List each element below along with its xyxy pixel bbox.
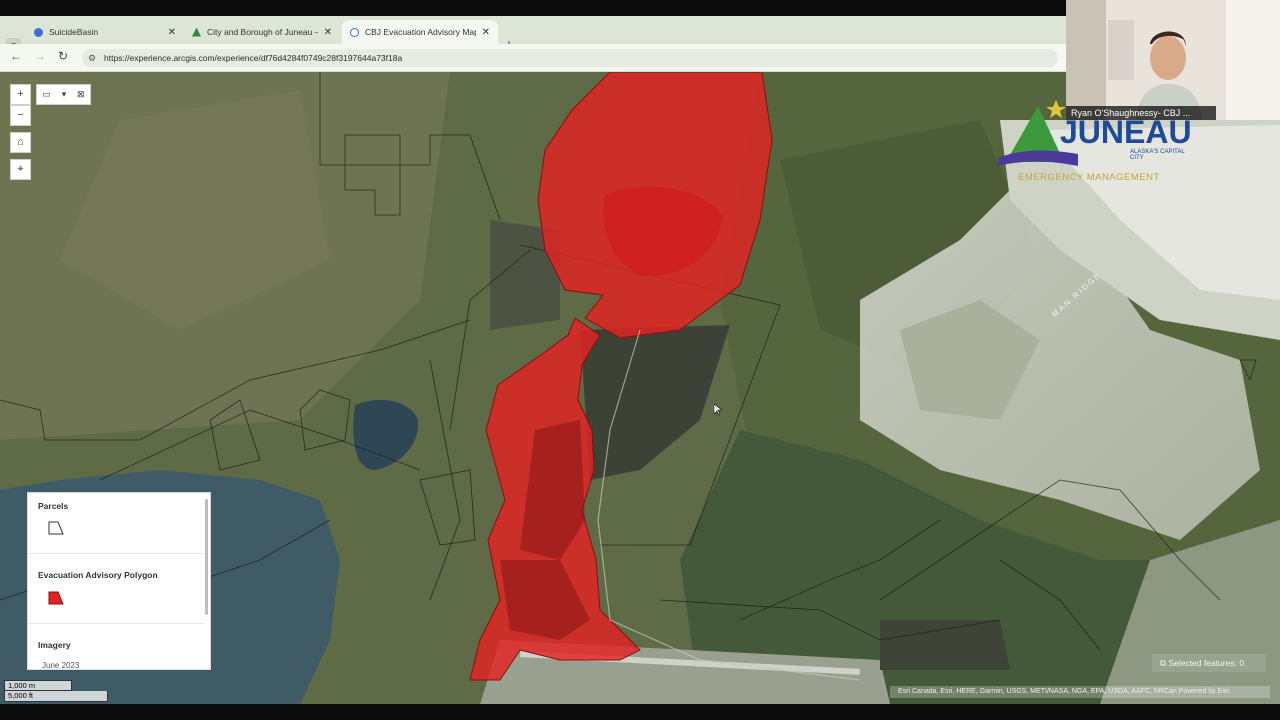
tab-city-borough-juneau[interactable]: City and Borough of Juneau – A ✕ [184,20,340,44]
scale-metric: 1,000 m [4,680,72,691]
scale-imperial: 5,000 ft [4,691,108,702]
site-info-icon[interactable]: ⚙ [88,53,96,64]
forward-arrow-icon[interactable]: → [34,49,46,63]
legend-title-imagery: Imagery [38,640,71,650]
parcel-symbol-icon [48,521,64,535]
select-tool[interactable]: ▭ ▾ ⊠ [36,84,91,105]
close-icon[interactable]: ✕ [324,27,332,38]
tab-cbj-evacuation-map[interactable]: CBJ Evacuation Advisory Map ✕ [342,20,498,44]
home-button[interactable]: ⌂ [10,132,31,153]
zoom-out-button[interactable]: − [10,105,31,126]
map-attribution: Esri Canada, Esri, HERE, Garmin, USGS, M… [890,686,1270,698]
chevron-down-icon[interactable]: ▾ [62,89,67,100]
url-field[interactable]: https://experience.arcgis.com/experience… [82,49,1058,67]
screen-bottom-letterbox [0,704,1280,720]
clear-selection-icon[interactable]: ⊠ [77,89,85,100]
legend-imagery-date: June 2023 [42,661,80,670]
mouse-cursor-icon [714,404,722,416]
legend-divider [28,623,204,624]
reload-icon[interactable]: ↻ [58,49,68,63]
arcgis-icon [350,27,359,37]
mountain-icon [192,27,201,37]
browser-address-bar: ← → ↻ https://experience.arcgis.com/expe… [0,44,1066,72]
locate-button[interactable]: ⌖ [10,159,31,180]
participant-name-label: Ryan O'Shaughnessy- CBJ ... [1066,106,1216,120]
webcam-video [1066,0,1280,120]
legend-scrollbar[interactable] [205,499,208,615]
legend-panel: Parcels Evacuation Advisory Polygon Imag… [27,492,211,670]
selected-features-indicator[interactable]: ⧉ Selected features: 0 [1152,654,1266,672]
logo-tagline: ALASKA'S CAPITAL CITY [1130,149,1185,161]
legend-title-evacuation: Evacuation Advisory Polygon [38,570,158,580]
back-arrow-icon[interactable]: ← [10,49,22,63]
select-polygon-icon[interactable]: ▭ [42,89,51,100]
close-icon[interactable]: ✕ [482,27,490,38]
legend-title-parcels: Parcels [38,501,69,511]
scale-bar: 1,000 m 5,000 ft [4,680,108,702]
participant-video-feed [1066,0,1280,120]
zoom-in-button[interactable]: + [10,84,31,105]
legend-divider [28,553,204,554]
tab-suicidebasin[interactable]: SuicideBasin ✕ [26,20,184,44]
close-icon[interactable]: ✕ [168,27,176,38]
evacuation-symbol-icon [48,591,64,605]
logo-department: EMERGENCY MANAGEMENT [1018,172,1160,183]
globe-icon [34,27,43,37]
browser-tab-strip: ▼ SuicideBasin ✕ City and Borough of Jun… [0,16,1066,53]
